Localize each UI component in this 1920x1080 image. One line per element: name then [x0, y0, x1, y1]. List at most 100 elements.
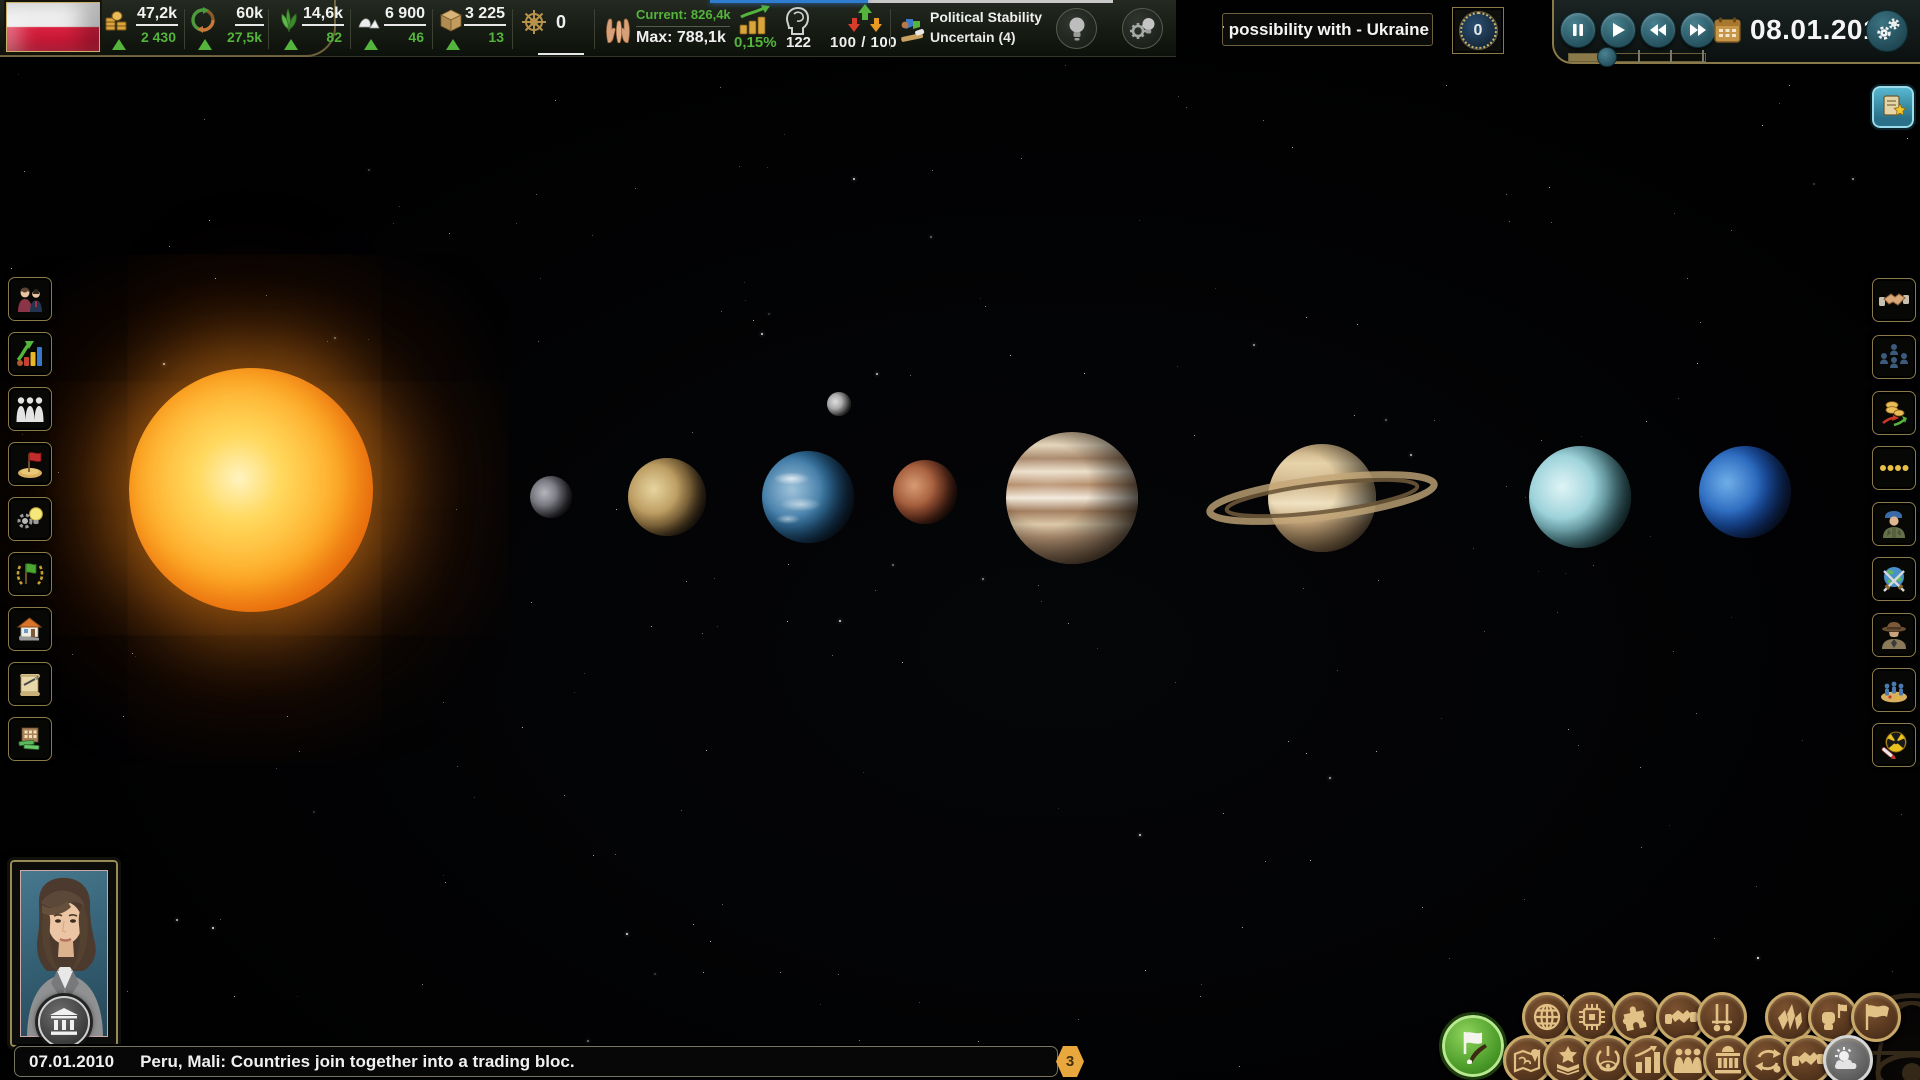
divider [350, 9, 351, 49]
star [276, 768, 277, 769]
pending-actions-button[interactable]: 0 [1452, 7, 1504, 54]
star [127, 991, 128, 992]
research-gear-bulb-icon [15, 505, 45, 533]
star [516, 223, 517, 224]
mapmode-weather[interactable] [1823, 1035, 1873, 1080]
handshake-icon [1879, 289, 1909, 311]
sidebar-army[interactable] [1872, 502, 1916, 546]
star [761, 333, 763, 335]
game-speed-slider[interactable] [1568, 53, 1706, 62]
resource-recycling[interactable]: 60k 27,5k [190, 0, 264, 57]
sidebar-government[interactable] [8, 277, 52, 321]
star [1731, 617, 1732, 618]
nuclear-icon [1879, 731, 1909, 759]
news-ticker[interactable]: 07.01.2010 Peru, Mali: Countries join to… [14, 1046, 1058, 1077]
star [1506, 194, 1507, 195]
star [1525, 497, 1526, 498]
resource-agriculture[interactable]: 14,6k 82 [276, 0, 344, 57]
star [135, 656, 136, 657]
plant-icon [276, 7, 302, 33]
star [1563, 995, 1564, 996]
resource-naval-transport[interactable]: 0 [520, 0, 590, 57]
objectives-button[interactable] [1872, 86, 1914, 128]
innovations-button[interactable] [1122, 8, 1163, 49]
approval-indicator[interactable]: 100 / 100 [828, 0, 904, 57]
mapmode-alliances[interactable] [1612, 992, 1662, 1042]
sidebar-national-goals[interactable] [8, 552, 52, 596]
swords-icon [1709, 1002, 1735, 1032]
pause-icon [1572, 23, 1584, 37]
star [1178, 96, 1179, 97]
political-stability-indicator[interactable]: Political Stability Uncertain (4) [898, 0, 1048, 57]
cpu-chip-icon [1577, 1002, 1607, 1032]
speed-tick [1702, 50, 1704, 64]
sidebar-nuclear[interactable] [1872, 723, 1916, 767]
mapmode-painting-button[interactable] [1442, 1015, 1504, 1077]
resource-money[interactable]: 47,2k 2 430 [104, 0, 178, 57]
money-value: 47,2k [136, 5, 178, 26]
sidebar-regions[interactable] [8, 442, 52, 486]
pending-actions-count: 0 [1474, 22, 1483, 40]
star [693, 924, 694, 925]
star [1524, 899, 1525, 900]
budget-building-money-icon [15, 725, 45, 753]
star [978, 1041, 979, 1042]
resource-industrial-goods[interactable]: 3 225 13 [438, 0, 506, 57]
sidebar-infrastructure[interactable] [8, 607, 52, 651]
sidebar-diplomacy[interactable] [1872, 278, 1916, 322]
play-button[interactable] [1600, 12, 1636, 48]
underline [538, 53, 584, 55]
star [1139, 220, 1140, 221]
laurel-flag-icon [15, 560, 45, 588]
deployed-units-icon [1879, 677, 1909, 703]
star [1538, 571, 1539, 572]
star [787, 621, 788, 622]
divider [636, 26, 730, 27]
mapmode-claims[interactable] [1851, 992, 1901, 1042]
workforce-indicator[interactable]: Current: 826,4k Max: 788,1k [604, 0, 732, 57]
sidebar-operations[interactable] [1872, 668, 1916, 712]
chart-arrow-icon [1633, 1046, 1663, 1074]
pause-button[interactable] [1560, 12, 1596, 48]
star [1263, 120, 1264, 121]
government-badge[interactable] [38, 996, 90, 1048]
settings-button[interactable] [1866, 10, 1908, 52]
sidebar-economy[interactable] [8, 332, 52, 376]
event-ticker[interactable]: r possibility with - Ukraine [1222, 13, 1433, 46]
ideas-button[interactable] [1056, 8, 1097, 49]
star [1357, 324, 1358, 325]
mapmode-wars[interactable] [1697, 992, 1747, 1042]
star [1779, 103, 1780, 104]
sidebar-espionage[interactable] [1872, 613, 1916, 657]
sidebar-more-actions[interactable] [1872, 446, 1916, 490]
star [863, 772, 864, 773]
star [1078, 1019, 1079, 1020]
game-speed-handle[interactable] [1597, 47, 1617, 67]
pending-actions-badge: 0 [1460, 12, 1497, 49]
sidebar-trade[interactable] [1872, 391, 1916, 435]
star [744, 282, 745, 283]
political-stability-label: Political Stability [930, 9, 1042, 25]
sidebar-population[interactable] [8, 387, 52, 431]
sidebar-research[interactable] [8, 497, 52, 541]
star [839, 620, 841, 622]
sidebar-laws[interactable] [8, 662, 52, 706]
star [1802, 740, 1803, 741]
star [555, 100, 556, 101]
slow-down-button[interactable] [1640, 12, 1676, 48]
star [910, 375, 911, 376]
star [768, 313, 770, 315]
star [859, 1040, 860, 1041]
sidebar-wars[interactable] [1872, 557, 1916, 601]
solar-system-map[interactable] [0, 0, 1920, 1080]
star [1678, 398, 1679, 399]
research-points-indicator[interactable]: 122 [772, 0, 826, 57]
poland-flag[interactable] [6, 2, 100, 52]
news-message: Peru, Mali: Countries join together into… [140, 1052, 574, 1072]
capitol-icon [1713, 1046, 1743, 1074]
resource-raw-materials[interactable]: 6 900 46 [356, 0, 426, 57]
sidebar-organizations[interactable] [1872, 335, 1916, 379]
sidebar-budget[interactable] [8, 717, 52, 761]
speed-up-button[interactable] [1680, 12, 1716, 48]
star [72, 654, 73, 655]
